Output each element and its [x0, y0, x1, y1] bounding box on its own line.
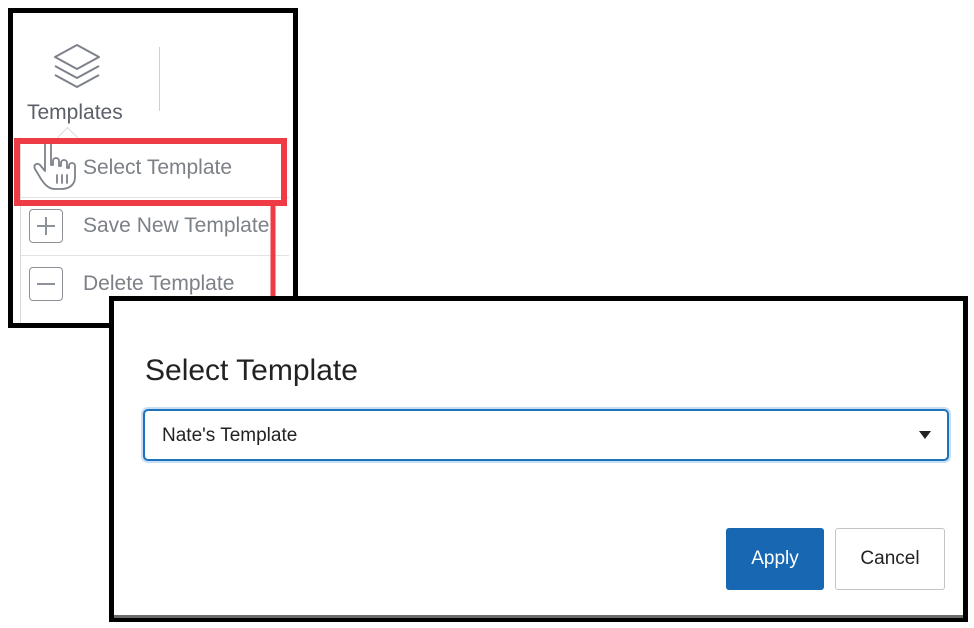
- minus-square-icon: [29, 267, 63, 301]
- menu-separator: [21, 197, 289, 198]
- plus-square-icon: [29, 209, 63, 243]
- delete-template-label: Delete Template: [83, 272, 235, 295]
- templates-label: Templates: [27, 101, 123, 124]
- select-template-menu-item[interactable]: Select Template: [21, 139, 289, 197]
- apply-button[interactable]: Apply: [726, 528, 824, 590]
- hand-pointer-icon: [33, 139, 76, 190]
- dialog-title: Select Template: [145, 354, 358, 387]
- template-select-value: Nate's Template: [162, 425, 298, 446]
- layers-icon: [54, 44, 100, 88]
- chevron-down-icon: [919, 431, 931, 439]
- cancel-button[interactable]: Cancel: [835, 528, 945, 590]
- dialog-bottom-edge: [114, 615, 963, 618]
- templates-button[interactable]: Templates: [13, 13, 143, 131]
- template-select[interactable]: Nate's Template: [143, 409, 949, 461]
- toolbar-divider: [159, 47, 160, 111]
- save-new-template-label: Save New Template: [83, 214, 270, 237]
- select-template-dialog: Select Template Nate's Template Apply Ca…: [109, 296, 968, 622]
- menu-separator: [21, 255, 289, 256]
- select-template-label: Select Template: [83, 156, 233, 179]
- templates-menu-screenshot: Templates Select Template Save New Templ…: [8, 8, 298, 328]
- save-new-template-menu-item[interactable]: Save New Template: [21, 199, 289, 255]
